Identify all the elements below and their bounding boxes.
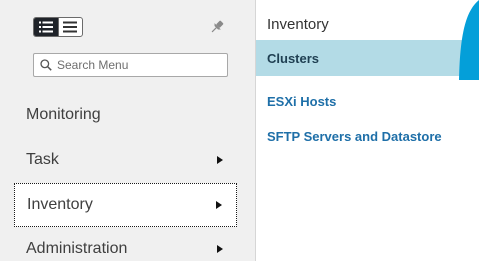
nav-item-administration[interactable]: Administration — [14, 227, 237, 261]
chevron-right-icon — [216, 201, 222, 209]
pin-icon — [211, 20, 224, 33]
search-icon — [40, 59, 52, 71]
list-view-button[interactable] — [34, 18, 58, 36]
view-toggle — [33, 17, 83, 37]
chevron-right-icon — [217, 156, 223, 164]
lines-view-icon — [63, 21, 78, 33]
brand-accent-shape — [455, 0, 479, 80]
navigation-panel: Monitoring Task Inventory Administration — [0, 0, 256, 261]
nav-item-label: Monitoring — [26, 106, 101, 123]
search-menu — [33, 53, 228, 77]
submenu-item-esxi-hosts[interactable]: ESXi Hosts — [256, 83, 479, 119]
nav-item-monitoring[interactable]: Monitoring — [14, 93, 237, 137]
submenu-title: Inventory — [267, 16, 329, 33]
submenu-item-sftp-servers[interactable]: SFTP Servers and Datastore — [256, 118, 479, 154]
submenu-item-label: ESXi Hosts — [267, 93, 337, 109]
pin-menu-button[interactable] — [205, 15, 229, 39]
search-input[interactable] — [52, 54, 227, 76]
nav-item-task[interactable]: Task — [14, 138, 237, 182]
submenu-item-label: SFTP Servers and Datastore — [267, 128, 442, 144]
compact-view-button[interactable] — [57, 18, 82, 36]
nav-item-label: Inventory — [27, 196, 93, 213]
chevron-right-icon — [217, 245, 223, 253]
accent-curve — [459, 0, 479, 80]
list-view-icon — [38, 21, 53, 33]
submenu-item-clusters[interactable]: Clusters — [256, 40, 473, 76]
submenu-item-label: Clusters — [267, 50, 320, 66]
nav-item-inventory[interactable]: Inventory — [14, 183, 237, 227]
nav-item-label: Task — [26, 151, 59, 168]
nav-item-label: Administration — [26, 240, 128, 257]
